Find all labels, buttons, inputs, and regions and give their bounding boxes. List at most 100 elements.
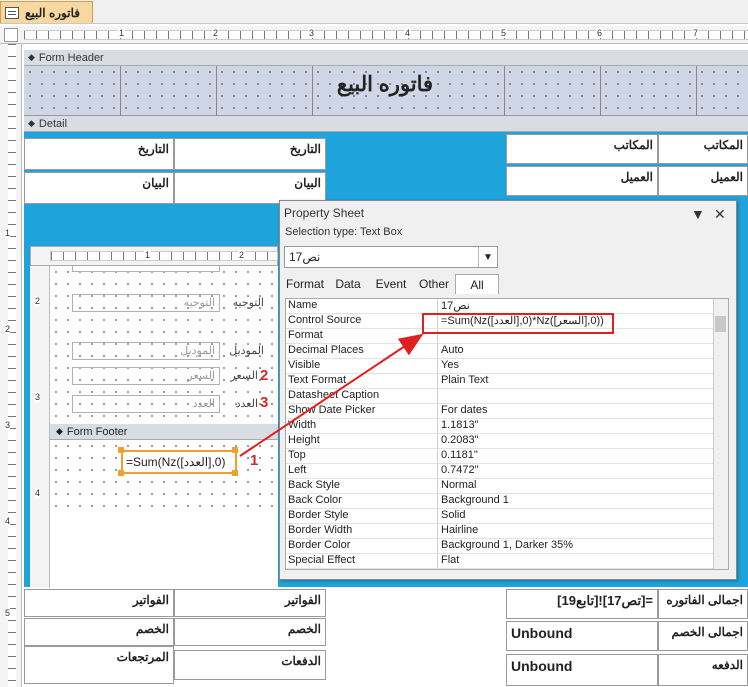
property-row[interactable]: Back Style Normal [286, 479, 713, 494]
property-row[interactable]: Name نص17 [286, 299, 713, 314]
detail-bar[interactable]: ◆ Detail [24, 116, 748, 132]
property-value[interactable]: Background 1, Darker 35% [438, 539, 573, 553]
property-value[interactable]: Solid [438, 509, 465, 523]
subform-label[interactable]: السعر [224, 369, 258, 382]
property-value[interactable]: For dates [438, 404, 487, 418]
property-name: Control Source [286, 314, 438, 328]
total-discount-label[interactable]: اجمالى الخصم [658, 621, 748, 651]
discount-label[interactable]: الخصم [24, 618, 174, 646]
property-row[interactable]: Border Width Hairline [286, 524, 713, 539]
returns-label[interactable]: المرتجعات [24, 646, 174, 684]
unbound-paid[interactable]: Unbound [506, 654, 658, 686]
tab-event[interactable]: Event [370, 274, 412, 294]
property-value[interactable] [438, 389, 441, 403]
ruler-tick: 3 [308, 28, 316, 38]
discount-field[interactable]: الخصم [174, 618, 326, 646]
combo-dropdown-icon[interactable]: ▼ [478, 247, 497, 267]
invoice-total-label[interactable]: اجمالى الفاتوره [658, 589, 748, 619]
form-header-label: Form Header [38, 51, 104, 64]
property-value[interactable]: 0.1181" [438, 449, 478, 463]
invoice-total-field[interactable]: =[تص17]![تابع19] [506, 589, 658, 619]
property-value[interactable]: نص17 [438, 299, 470, 313]
subform-footer-bar[interactable]: ◆ Form Footer [50, 424, 278, 440]
resize-handle[interactable] [118, 447, 124, 453]
selection-type: Selection type: Text Box [285, 226, 403, 238]
property-value[interactable]: Background 1 [438, 494, 509, 508]
date-field[interactable]: التاريخ [174, 138, 326, 170]
header-divider [600, 66, 601, 116]
control-selector-combo[interactable]: نص17 [284, 246, 498, 268]
client-field[interactable]: العميل [506, 166, 658, 196]
chevron-down-icon[interactable]: ▼ [691, 206, 705, 222]
resize-handle[interactable] [232, 470, 238, 476]
resize-handle[interactable] [118, 470, 124, 476]
property-name: Top [286, 449, 438, 463]
property-value[interactable]: Yes [438, 359, 459, 373]
unbound-total-discount[interactable]: Unbound [506, 621, 658, 651]
property-row[interactable]: Top 0.1181" [286, 449, 713, 464]
scrollbar-thumb[interactable] [715, 316, 726, 332]
property-name: Show Date Picker [286, 404, 438, 418]
property-value[interactable]: 0.7472" [438, 464, 479, 478]
office-label[interactable]: المكاتب [658, 134, 748, 164]
property-name: Width [286, 419, 438, 433]
property-name: Back Style [286, 479, 438, 493]
resize-handle[interactable] [232, 447, 238, 453]
subform-ghost-field[interactable]: الموديل [72, 342, 220, 360]
property-row[interactable]: Text Format Plain Text [286, 374, 713, 389]
property-row[interactable]: Decimal Places Auto [286, 344, 713, 359]
payments-field[interactable]: الدفعات [174, 650, 326, 680]
document-tab-bar [0, 0, 748, 24]
invoices-label[interactable]: الفواتير [24, 589, 174, 617]
property-scrollbar[interactable] [713, 299, 728, 569]
property-value[interactable]: Hairline [438, 524, 478, 538]
subform-footer-label: Form Footer [66, 425, 128, 438]
property-name: Height [286, 434, 438, 448]
tab-data[interactable]: Data [328, 274, 368, 294]
property-value[interactable]: 1.1813" [438, 419, 479, 433]
property-row[interactable]: Width 1.1813" [286, 419, 713, 434]
date-label[interactable]: التاريخ [24, 138, 174, 170]
subform-ghost-field[interactable]: السعر [72, 367, 220, 385]
property-name: Left [286, 464, 438, 478]
office-field[interactable]: المكاتب [506, 134, 658, 164]
sum-expression-textbox[interactable]: =Sum(Nz([العدد],0) [121, 450, 237, 474]
property-row[interactable]: Border Color Background 1, Darker 35% [286, 539, 713, 554]
subform-label[interactable]: العدد [224, 397, 258, 410]
property-value[interactable]: Normal [438, 479, 476, 493]
property-name: Text Format [286, 374, 438, 388]
form-selector[interactable] [4, 28, 18, 42]
subform-ghost-field[interactable]: التوجيه [72, 294, 220, 312]
property-row[interactable]: Back Color Background 1 [286, 494, 713, 509]
invoices-field[interactable]: الفواتير [174, 589, 326, 617]
property-row[interactable]: Special Effect Flat [286, 554, 713, 569]
property-row[interactable]: Border Style Solid [286, 509, 713, 524]
tab-all[interactable]: All [455, 274, 499, 294]
property-value[interactable]: Auto [438, 344, 464, 358]
tab-format[interactable]: Format [284, 274, 326, 294]
annotation-number-2: 2 [260, 367, 269, 384]
property-row[interactable]: Visible Yes [286, 359, 713, 374]
vruler-tick: 3 [5, 420, 11, 430]
property-row[interactable]: Left 0.7472" [286, 464, 713, 479]
subform-ghost-field[interactable]: العدد [72, 395, 220, 413]
form-header-bar[interactable]: ◆ Form Header [24, 50, 748, 66]
client-label[interactable]: العميل [658, 166, 748, 196]
paid-label[interactable]: الدفعه [658, 654, 748, 686]
property-row[interactable]: Height 0.2083" [286, 434, 713, 449]
property-sheet-title: Property Sheet [284, 206, 365, 220]
document-tab-title: فاتوره البيع [25, 5, 80, 20]
subform-label[interactable]: التوجيه [224, 296, 264, 309]
annotation-number-1: 1 [250, 452, 259, 469]
property-row[interactable]: Show Date Picker For dates [286, 404, 713, 419]
property-value[interactable]: 0.2083" [438, 434, 479, 448]
subform-label[interactable]: الموديل [224, 344, 264, 357]
property-row[interactable]: Datasheet Caption [286, 389, 713, 404]
close-icon[interactable]: ✕ [714, 206, 726, 223]
property-value[interactable]: Flat [438, 554, 459, 568]
property-value[interactable]: Plain Text [438, 374, 489, 388]
tab-other[interactable]: Other [414, 274, 454, 294]
form-title[interactable]: فاتوره البيع [300, 72, 470, 97]
description-label[interactable]: البيان [24, 172, 174, 204]
document-tab[interactable]: فاتوره البيع [0, 1, 93, 23]
